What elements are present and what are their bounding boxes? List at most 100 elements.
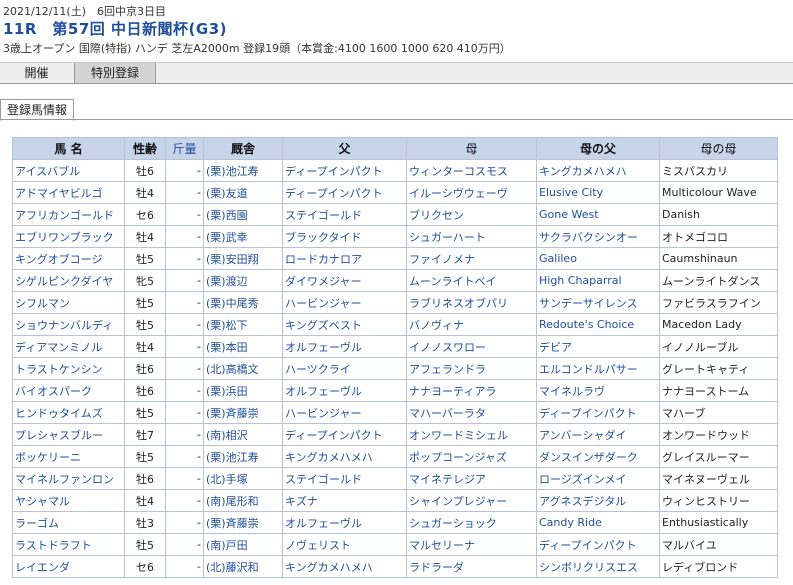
dam-link[interactable]: バノヴィナ (409, 319, 464, 332)
dam-sire-link[interactable]: シンボリクリスエス (539, 561, 638, 574)
stable-link[interactable]: (栗)渡辺 (206, 275, 248, 288)
horse-name-link[interactable]: アイスバブル (15, 165, 80, 178)
dam-sire-link[interactable]: ダンスインザダーク (539, 451, 638, 464)
sire-link[interactable]: キングカメハメハ (285, 451, 373, 464)
stable-link[interactable]: (栗)西園 (206, 209, 248, 222)
tab-special-registration[interactable]: 特別登録 (74, 63, 156, 83)
stable-link[interactable]: (北)手塚 (206, 473, 248, 486)
dam-link[interactable]: マルセリーナ (409, 539, 475, 552)
dam-sire-link[interactable]: High Chaparral (539, 274, 622, 287)
dam-sire-link[interactable]: Candy Ride (539, 516, 602, 529)
stable-link[interactable]: (栗)斉藤崇 (206, 407, 259, 420)
dam-link[interactable]: イノノスワロー (409, 341, 486, 354)
dam-link[interactable]: ラドラーダ (409, 561, 464, 574)
dam-sire-link[interactable]: サクラバクシンオー (539, 231, 638, 244)
subtab-registered-horses[interactable]: 登録馬情報 (0, 99, 74, 121)
horse-name-link[interactable]: ラストドラフト (15, 539, 92, 552)
sire-link[interactable]: ダイワメジャー (285, 275, 361, 288)
horse-name-link[interactable]: アフリカンゴールド (15, 209, 114, 222)
stable-link[interactable]: (栗)友道 (206, 187, 248, 200)
sire-link[interactable]: キングズベスト (285, 319, 362, 332)
sire-link[interactable]: ノヴェリスト (285, 539, 351, 552)
sire-link[interactable]: キングカメハメハ (285, 561, 373, 574)
horse-name-link[interactable]: トラストケンシン (15, 363, 102, 376)
sire-link[interactable]: ハーツクライ (285, 363, 351, 376)
sire-link[interactable]: ステイゴールド (285, 473, 362, 486)
dam-sire-link[interactable]: Redoute's Choice (539, 318, 634, 331)
horse-name-link[interactable]: プレシャスブルー (15, 429, 103, 442)
stable-link[interactable]: (南)戸田 (206, 539, 248, 552)
horse-name-link[interactable]: ディアマンミノル (15, 341, 102, 354)
horse-name-link[interactable]: アドマイヤビルゴ (15, 187, 102, 200)
horse-name-link[interactable]: ヒンドゥタイムズ (15, 407, 103, 420)
dam-link[interactable]: アフェランドラ (409, 363, 486, 376)
horse-name-link[interactable]: マイネルファンロン (15, 473, 114, 486)
stable-link[interactable]: (南)尾形和 (206, 495, 259, 508)
stable-link[interactable]: (南)相沢 (206, 429, 248, 442)
stable-link[interactable]: (北)高橋文 (206, 363, 259, 376)
dam-link[interactable]: マイネテレジア (409, 473, 486, 486)
dam-link[interactable]: ウィンターコスモス (409, 165, 508, 178)
sire-link[interactable]: ハービンジャー (285, 407, 361, 420)
horse-name-link[interactable]: ラーゴム (15, 517, 59, 530)
dam-link[interactable]: シャインプレジャー (409, 495, 507, 508)
dam-link[interactable]: シュガーハート (409, 231, 486, 244)
dam-sire-link[interactable]: サンデーサイレンス (539, 297, 638, 310)
horse-name-link[interactable]: ヤシャマル (15, 495, 70, 508)
sire-link[interactable]: ディープインパクト (285, 165, 383, 178)
sire-link[interactable]: オルフェーヴル (285, 341, 362, 354)
stable-link[interactable]: (栗)松下 (206, 319, 248, 332)
dam-sire-link[interactable]: Elusive City (539, 186, 603, 199)
dam-link[interactable]: ブリクセン (409, 209, 464, 222)
dam-sire-link[interactable]: エルコンドルパサー (539, 363, 638, 376)
dam-link[interactable]: ポップコーンジャズ (409, 451, 507, 464)
sire-link[interactable]: ハービンジャー (285, 297, 361, 310)
stable-link[interactable]: (栗)池江寿 (206, 451, 259, 464)
header-weight[interactable]: 斤量 (165, 137, 204, 160)
sire-link[interactable]: キズナ (285, 495, 318, 508)
stable-link[interactable]: (栗)安田翔 (206, 253, 259, 266)
dam-link[interactable]: シュガーショック (409, 517, 497, 530)
sire-link[interactable]: ステイゴールド (285, 209, 362, 222)
dam-link[interactable]: オンワードミシェル (409, 429, 508, 442)
dam-sire-link[interactable]: キングカメハメハ (539, 165, 627, 178)
horse-name-link[interactable]: レイエンダ (15, 561, 70, 574)
sire-link[interactable]: ブラックタイド (285, 231, 362, 244)
horse-name-link[interactable]: バイオスパーク (15, 385, 92, 398)
sire-link[interactable]: オルフェーヴル (285, 517, 362, 530)
horse-name-link[interactable]: エブリワンブラック (15, 231, 114, 244)
dam-link[interactable]: ナナヨーティアラ (409, 385, 496, 398)
sire-link[interactable]: ロードカナロア (285, 253, 362, 266)
horse-name-link[interactable]: シフルマン (15, 297, 70, 310)
sire-link[interactable]: ディープインパクト (285, 187, 383, 200)
stable-link[interactable]: (栗)池江寿 (206, 165, 259, 178)
stable-link[interactable]: (栗)武幸 (206, 231, 248, 244)
horse-name-link[interactable]: キングオブコージ (15, 253, 102, 266)
dam-link[interactable]: イルーシヴウェーヴ (409, 187, 508, 200)
dam-sire-link[interactable]: ディープインパクト (539, 407, 637, 420)
stable-link[interactable]: (栗)斉藤崇 (206, 517, 259, 530)
dam-link[interactable]: ファイノメナ (409, 253, 475, 266)
dam-link[interactable]: ラブリネスオブパリ (409, 297, 508, 310)
horse-name-link[interactable]: シゲルピンクダイヤ (15, 275, 113, 288)
tab-kaisai[interactable]: 開催 (0, 63, 73, 83)
stable-link[interactable]: (北)藤沢和 (206, 561, 259, 574)
dam-sire-link[interactable]: マイネルラヴ (539, 385, 605, 398)
dam-link[interactable]: マハーバーラタ (409, 407, 486, 420)
dam-sire-link[interactable]: Galileo (539, 252, 577, 265)
dam-sire-link[interactable]: アグネスデジタル (539, 495, 626, 508)
sire-link[interactable]: ディープインパクト (285, 429, 383, 442)
dam-link[interactable]: ムーンライトベイ (409, 275, 496, 288)
dam-sire-link[interactable]: アンバーシャダイ (539, 429, 626, 442)
stable-link[interactable]: (栗)中尾秀 (206, 297, 259, 310)
dam-sire-link[interactable]: Gone West (539, 208, 599, 221)
dam-sire-link[interactable]: デビア (539, 341, 572, 354)
sire-link[interactable]: オルフェーヴル (285, 385, 362, 398)
dam-sire-link[interactable]: ロージズインメイ (539, 473, 626, 486)
dam-dam-cell: マハーブ (659, 401, 778, 424)
horse-name-link[interactable]: ボッケリーニ (15, 451, 81, 464)
stable-link[interactable]: (栗)本田 (206, 341, 248, 354)
stable-link[interactable]: (栗)浜田 (206, 385, 248, 398)
horse-name-link[interactable]: ショウナンバルディ (15, 319, 113, 332)
dam-sire-link[interactable]: ディープインパクト (539, 539, 637, 552)
